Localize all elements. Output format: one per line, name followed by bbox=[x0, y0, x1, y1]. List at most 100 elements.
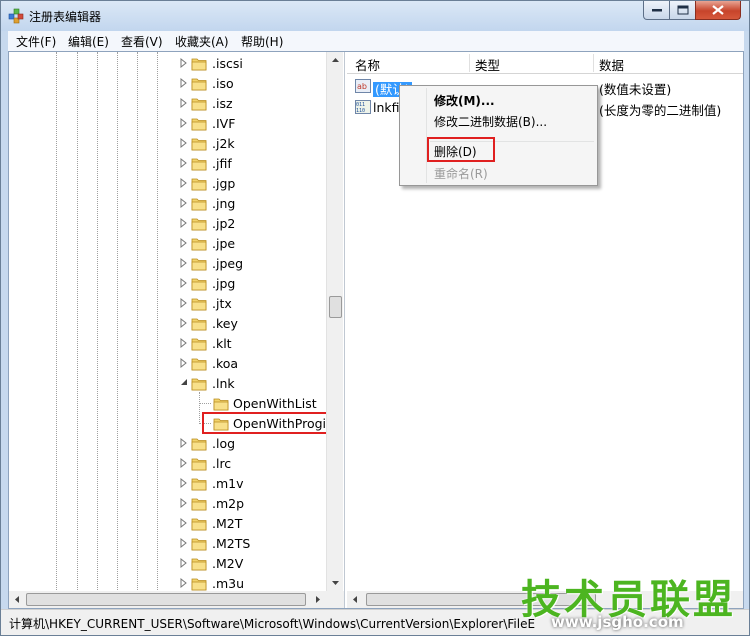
menu-edit[interactable]: 编辑(E) bbox=[68, 33, 109, 50]
tree-item-label: .IVF bbox=[212, 116, 236, 131]
collapsed-arrow-icon[interactable] bbox=[179, 458, 189, 468]
collapsed-arrow-icon[interactable] bbox=[179, 198, 189, 208]
folder-icon bbox=[191, 576, 207, 591]
collapsed-arrow-icon[interactable] bbox=[179, 98, 189, 108]
tree-item-label: .m3u bbox=[212, 576, 245, 591]
folder-icon bbox=[191, 196, 207, 211]
tree-item-label: .klt bbox=[212, 336, 232, 351]
regedit-app-icon bbox=[8, 8, 24, 24]
collapsed-arrow-icon[interactable] bbox=[179, 358, 189, 368]
collapsed-arrow-icon[interactable] bbox=[179, 438, 189, 448]
folder-icon bbox=[191, 176, 207, 191]
collapsed-arrow-icon[interactable] bbox=[179, 558, 189, 568]
context-item-modify-binary[interactable]: 修改二进制数据(B)... bbox=[434, 113, 547, 130]
tree-item-label: .m2p bbox=[212, 496, 245, 511]
collapsed-arrow-icon[interactable] bbox=[179, 258, 189, 268]
tree-guide-line bbox=[77, 52, 78, 592]
collapsed-arrow-icon[interactable] bbox=[179, 138, 189, 148]
tree-item-label: .M2TS bbox=[212, 536, 251, 551]
tree-guide-line bbox=[157, 52, 158, 592]
status-path: 计算机\HKEY_CURRENT_USER\Software\Microsoft… bbox=[9, 617, 536, 631]
column-type[interactable]: 类型 bbox=[475, 55, 500, 74]
tree-item-label: .jpg bbox=[212, 276, 236, 291]
key-tree-pane[interactable]: .iscsi .iso .isz .IVF .j2k .jfif .jgp .jng .jp2.… bbox=[9, 52, 345, 608]
context-menu-gutter bbox=[426, 88, 427, 183]
folder-icon bbox=[191, 556, 207, 571]
tree-item-label: .jpe bbox=[212, 236, 236, 251]
menu-file[interactable]: 文件(F) bbox=[16, 33, 56, 50]
menu-view[interactable]: 查看(V) bbox=[121, 33, 163, 50]
folder-icon bbox=[191, 496, 207, 511]
value-data: (数值未设置) bbox=[599, 82, 672, 97]
folder-icon bbox=[191, 356, 207, 371]
scroll-left-arrow-icon[interactable] bbox=[347, 591, 364, 608]
collapsed-arrow-icon[interactable] bbox=[179, 478, 189, 488]
folder-icon bbox=[191, 536, 207, 551]
collapsed-arrow-icon[interactable] bbox=[179, 58, 189, 68]
tree-vertical-scrollbar[interactable] bbox=[326, 52, 343, 591]
svg-text:ab: ab bbox=[357, 82, 367, 91]
scroll-right-arrow-icon[interactable] bbox=[309, 591, 326, 608]
scroll-up-arrow-icon[interactable] bbox=[327, 52, 344, 69]
folder-icon bbox=[191, 476, 207, 491]
window-title: 注册表编辑器 bbox=[29, 10, 102, 24]
minimize-icon bbox=[651, 9, 662, 12]
column-name[interactable]: 名称 bbox=[355, 55, 380, 74]
folder-icon bbox=[213, 396, 229, 411]
collapsed-arrow-icon[interactable] bbox=[179, 178, 189, 188]
collapsed-arrow-icon[interactable] bbox=[179, 538, 189, 548]
context-item-modify[interactable]: 修改(M)... bbox=[434, 92, 495, 109]
tree-item-label: .jfif bbox=[212, 156, 232, 171]
collapsed-arrow-icon[interactable] bbox=[179, 278, 189, 288]
tree-item-label: .koa bbox=[212, 356, 239, 371]
close-button[interactable] bbox=[695, 1, 741, 20]
collapsed-arrow-icon[interactable] bbox=[179, 338, 189, 348]
tree-scroll-thumb[interactable] bbox=[329, 296, 342, 318]
tree-guide-line bbox=[117, 52, 118, 592]
tree-hscroll-thumb[interactable] bbox=[26, 593, 306, 606]
minimize-button[interactable] bbox=[643, 1, 670, 20]
close-icon bbox=[712, 5, 724, 15]
collapsed-arrow-icon[interactable] bbox=[179, 158, 189, 168]
scroll-down-arrow-icon[interactable] bbox=[327, 574, 344, 591]
folder-icon bbox=[191, 216, 207, 231]
tree-item-label: .jng bbox=[212, 196, 236, 211]
tree-item-label: .iso bbox=[212, 76, 234, 91]
collapsed-arrow-icon[interactable] bbox=[179, 318, 189, 328]
collapsed-arrow-icon[interactable] bbox=[179, 298, 189, 308]
collapsed-arrow-icon[interactable] bbox=[179, 578, 189, 588]
folder-icon bbox=[191, 276, 207, 291]
tree-item-label: .lnk bbox=[212, 376, 235, 391]
collapsed-arrow-icon[interactable] bbox=[179, 498, 189, 508]
column-separator[interactable] bbox=[469, 54, 470, 72]
tree-item-label: .log bbox=[212, 436, 236, 451]
folder-icon bbox=[191, 156, 207, 171]
maximize-button[interactable] bbox=[669, 1, 696, 20]
folder-icon bbox=[191, 456, 207, 471]
collapsed-arrow-icon[interactable] bbox=[179, 78, 189, 88]
collapsed-arrow-icon[interactable] bbox=[179, 218, 189, 228]
folder-icon bbox=[191, 516, 207, 531]
collapsed-arrow-icon[interactable] bbox=[179, 118, 189, 128]
context-item-rename: 重命名(R) bbox=[434, 167, 488, 181]
folder-icon bbox=[191, 96, 207, 111]
menu-favorites[interactable]: 收藏夹(A) bbox=[175, 33, 229, 50]
maximize-icon bbox=[677, 5, 688, 15]
tree-item-label: .m1v bbox=[212, 476, 244, 491]
folder-icon bbox=[191, 316, 207, 331]
menu-help[interactable]: 帮助(H) bbox=[241, 33, 283, 50]
column-data[interactable]: 数据 bbox=[599, 55, 624, 74]
tree-guide-line bbox=[56, 52, 57, 592]
title-bar[interactable]: 注册表编辑器 bbox=[1, 1, 749, 31]
collapsed-arrow-icon[interactable] bbox=[179, 238, 189, 248]
tree-item-label: .M2T bbox=[212, 516, 243, 531]
client-area: .iscsi .iso .isz .IVF .j2k .jfif .jgp .jng .jp2.… bbox=[8, 51, 744, 609]
collapsed-arrow-icon[interactable] bbox=[179, 518, 189, 528]
tree-horizontal-scrollbar[interactable] bbox=[9, 591, 344, 608]
folder-icon bbox=[191, 76, 207, 91]
scroll-left-arrow-icon[interactable] bbox=[9, 591, 26, 608]
column-separator[interactable] bbox=[593, 54, 594, 72]
folder-icon bbox=[191, 376, 207, 391]
expanded-arrow-icon[interactable] bbox=[179, 378, 189, 388]
svg-text:110: 110 bbox=[356, 108, 365, 114]
